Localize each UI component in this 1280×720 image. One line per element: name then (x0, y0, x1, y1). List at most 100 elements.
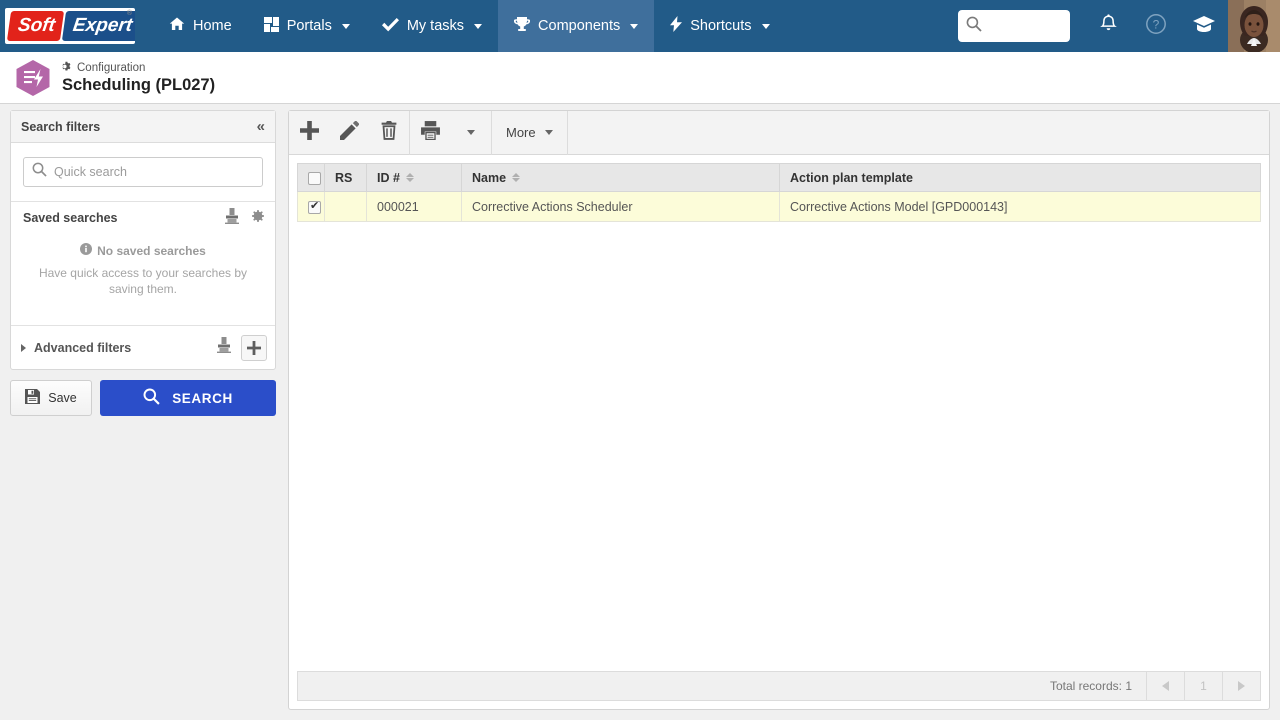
logo-registered-mark: ® (126, 10, 132, 17)
academy-button[interactable] (1180, 0, 1228, 52)
user-avatar[interactable] (1228, 0, 1280, 52)
table-head: RS ID # Name Action plan template (297, 163, 1261, 192)
save-button[interactable]: Save (10, 380, 92, 417)
floppy-disk-icon (25, 389, 41, 407)
search-filters-title: Search filters (21, 119, 101, 134)
toolbar-divider (566, 110, 568, 155)
sort-icon[interactable] (512, 173, 521, 182)
quick-search-input[interactable] (54, 165, 254, 179)
print-dropdown-button[interactable] (451, 111, 491, 155)
table-row[interactable]: 000021 Corrective Actions Scheduler Corr… (297, 191, 1261, 222)
row-checkbox[interactable] (308, 199, 321, 214)
nav-item-portals[interactable]: Portals (248, 0, 366, 52)
print-button[interactable] (410, 111, 451, 155)
collapse-sidebar-icon[interactable]: « (257, 119, 265, 134)
advanced-filters-row[interactable]: Advanced filters (11, 325, 275, 369)
gear-icon[interactable] (249, 208, 265, 227)
page-header: Configuration Scheduling (PL027) (0, 52, 1280, 104)
help-button[interactable]: ? (1132, 0, 1180, 52)
nav-item-my-tasks[interactable]: My tasks (366, 0, 498, 52)
add-button[interactable] (289, 111, 329, 155)
global-search-input[interactable] (982, 18, 1062, 34)
add-filter-button[interactable] (241, 334, 267, 361)
content-area: Search filters « Saved searches (0, 104, 1280, 720)
save-button-label: Save (48, 391, 77, 406)
column-header-rs-label: RS (335, 170, 353, 185)
sort-icon[interactable] (405, 173, 414, 182)
notifications-button[interactable] (1084, 0, 1132, 52)
info-icon (80, 243, 93, 258)
search-filters-header: Search filters « (11, 111, 275, 143)
help-icon: ? (1145, 13, 1167, 40)
check-icon (381, 17, 399, 36)
column-header-name-label: Name (472, 170, 507, 185)
svg-text:?: ? (1153, 17, 1160, 31)
row-id-cell: 000021 (366, 191, 462, 222)
delete-button[interactable] (369, 111, 409, 155)
row-select-cell (297, 191, 325, 222)
search-filters-panel: Search filters « Saved searches (10, 110, 276, 371)
column-header-name-inner: Name (472, 171, 769, 185)
table-header-row: RS ID # Name Action plan template (297, 163, 1261, 192)
no-saved-searches-row: No saved searches (27, 243, 259, 258)
nav-menu: Home Portals My tasks Components Shortcu… (153, 0, 786, 52)
column-header-rs[interactable]: RS (324, 163, 367, 192)
nav-item-home-label: Home (193, 18, 232, 34)
column-header-id[interactable]: ID # (366, 163, 462, 192)
nav-item-components[interactable]: Components (498, 0, 655, 52)
saved-searches-hint: Have quick access to your searches by sa… (38, 266, 248, 297)
saved-searches-title: Saved searches (23, 210, 118, 225)
chevron-down-icon (467, 130, 475, 135)
edit-icon (339, 120, 359, 145)
graduation-cap-icon (1192, 14, 1216, 39)
table-body: 000021 Corrective Actions Scheduler Corr… (297, 191, 1261, 222)
column-header-name[interactable]: Name (461, 163, 780, 192)
edit-button[interactable] (329, 111, 369, 155)
clear-brush-icon[interactable] (217, 337, 231, 358)
chevron-right-icon (1238, 681, 1245, 691)
search-button[interactable]: SEARCH (100, 380, 276, 417)
chevron-down-icon (341, 23, 350, 29)
more-button[interactable]: More (492, 111, 567, 155)
trophy-icon (513, 16, 531, 36)
page-header-text: Configuration Scheduling (PL027) (62, 61, 215, 95)
softexpert-logo[interactable]: Soft Expert ® (5, 8, 135, 44)
search-icon (32, 162, 47, 182)
column-header-template-inner: Action plan template (790, 171, 1250, 185)
page-title: Scheduling (PL027) (62, 75, 216, 94)
advanced-filters-label: Advanced filters (34, 340, 132, 355)
select-all-checkbox[interactable] (308, 171, 321, 185)
records-toolbar: More (289, 110, 1269, 155)
chevron-right-icon (21, 343, 26, 352)
nav-right-group: ? (958, 0, 1280, 52)
advanced-filters-actions (217, 334, 267, 361)
search-icon (966, 16, 982, 37)
next-page-button[interactable] (1222, 672, 1260, 700)
row-name-cell: Corrective Actions Scheduler (461, 191, 780, 222)
chevron-down-icon (630, 23, 639, 29)
search-icon (143, 388, 160, 408)
global-search-box[interactable] (958, 10, 1070, 42)
home-icon (169, 16, 185, 36)
advanced-filters-label-group: Advanced filters (21, 341, 131, 355)
previous-page-button[interactable] (1146, 672, 1184, 700)
current-page-button[interactable]: 1 (1184, 672, 1222, 700)
chevron-down-icon (474, 23, 483, 29)
nav-item-home[interactable]: Home (153, 0, 248, 52)
saved-searches-header: Saved searches (11, 201, 275, 233)
saved-searches-actions (225, 208, 265, 227)
scheduling-hexagon-icon (14, 59, 52, 97)
print-icon (420, 120, 441, 145)
clear-brush-icon[interactable] (225, 208, 239, 227)
search-button-label: SEARCH (172, 390, 233, 406)
nav-item-shortcuts-label: Shortcuts (690, 18, 752, 34)
quick-search-section (11, 143, 275, 201)
pagination-bar: Total records: 1 1 (297, 671, 1261, 701)
quick-search-box[interactable] (23, 157, 263, 187)
nav-item-shortcuts[interactable]: Shortcuts (654, 0, 785, 52)
logo-soft-text: Soft (6, 11, 65, 41)
logo-expert-text: Expert (61, 11, 135, 41)
column-header-template[interactable]: Action plan template (779, 163, 1261, 192)
no-saved-searches-label: No saved searches (97, 243, 206, 258)
row-rs-cell (324, 191, 367, 222)
